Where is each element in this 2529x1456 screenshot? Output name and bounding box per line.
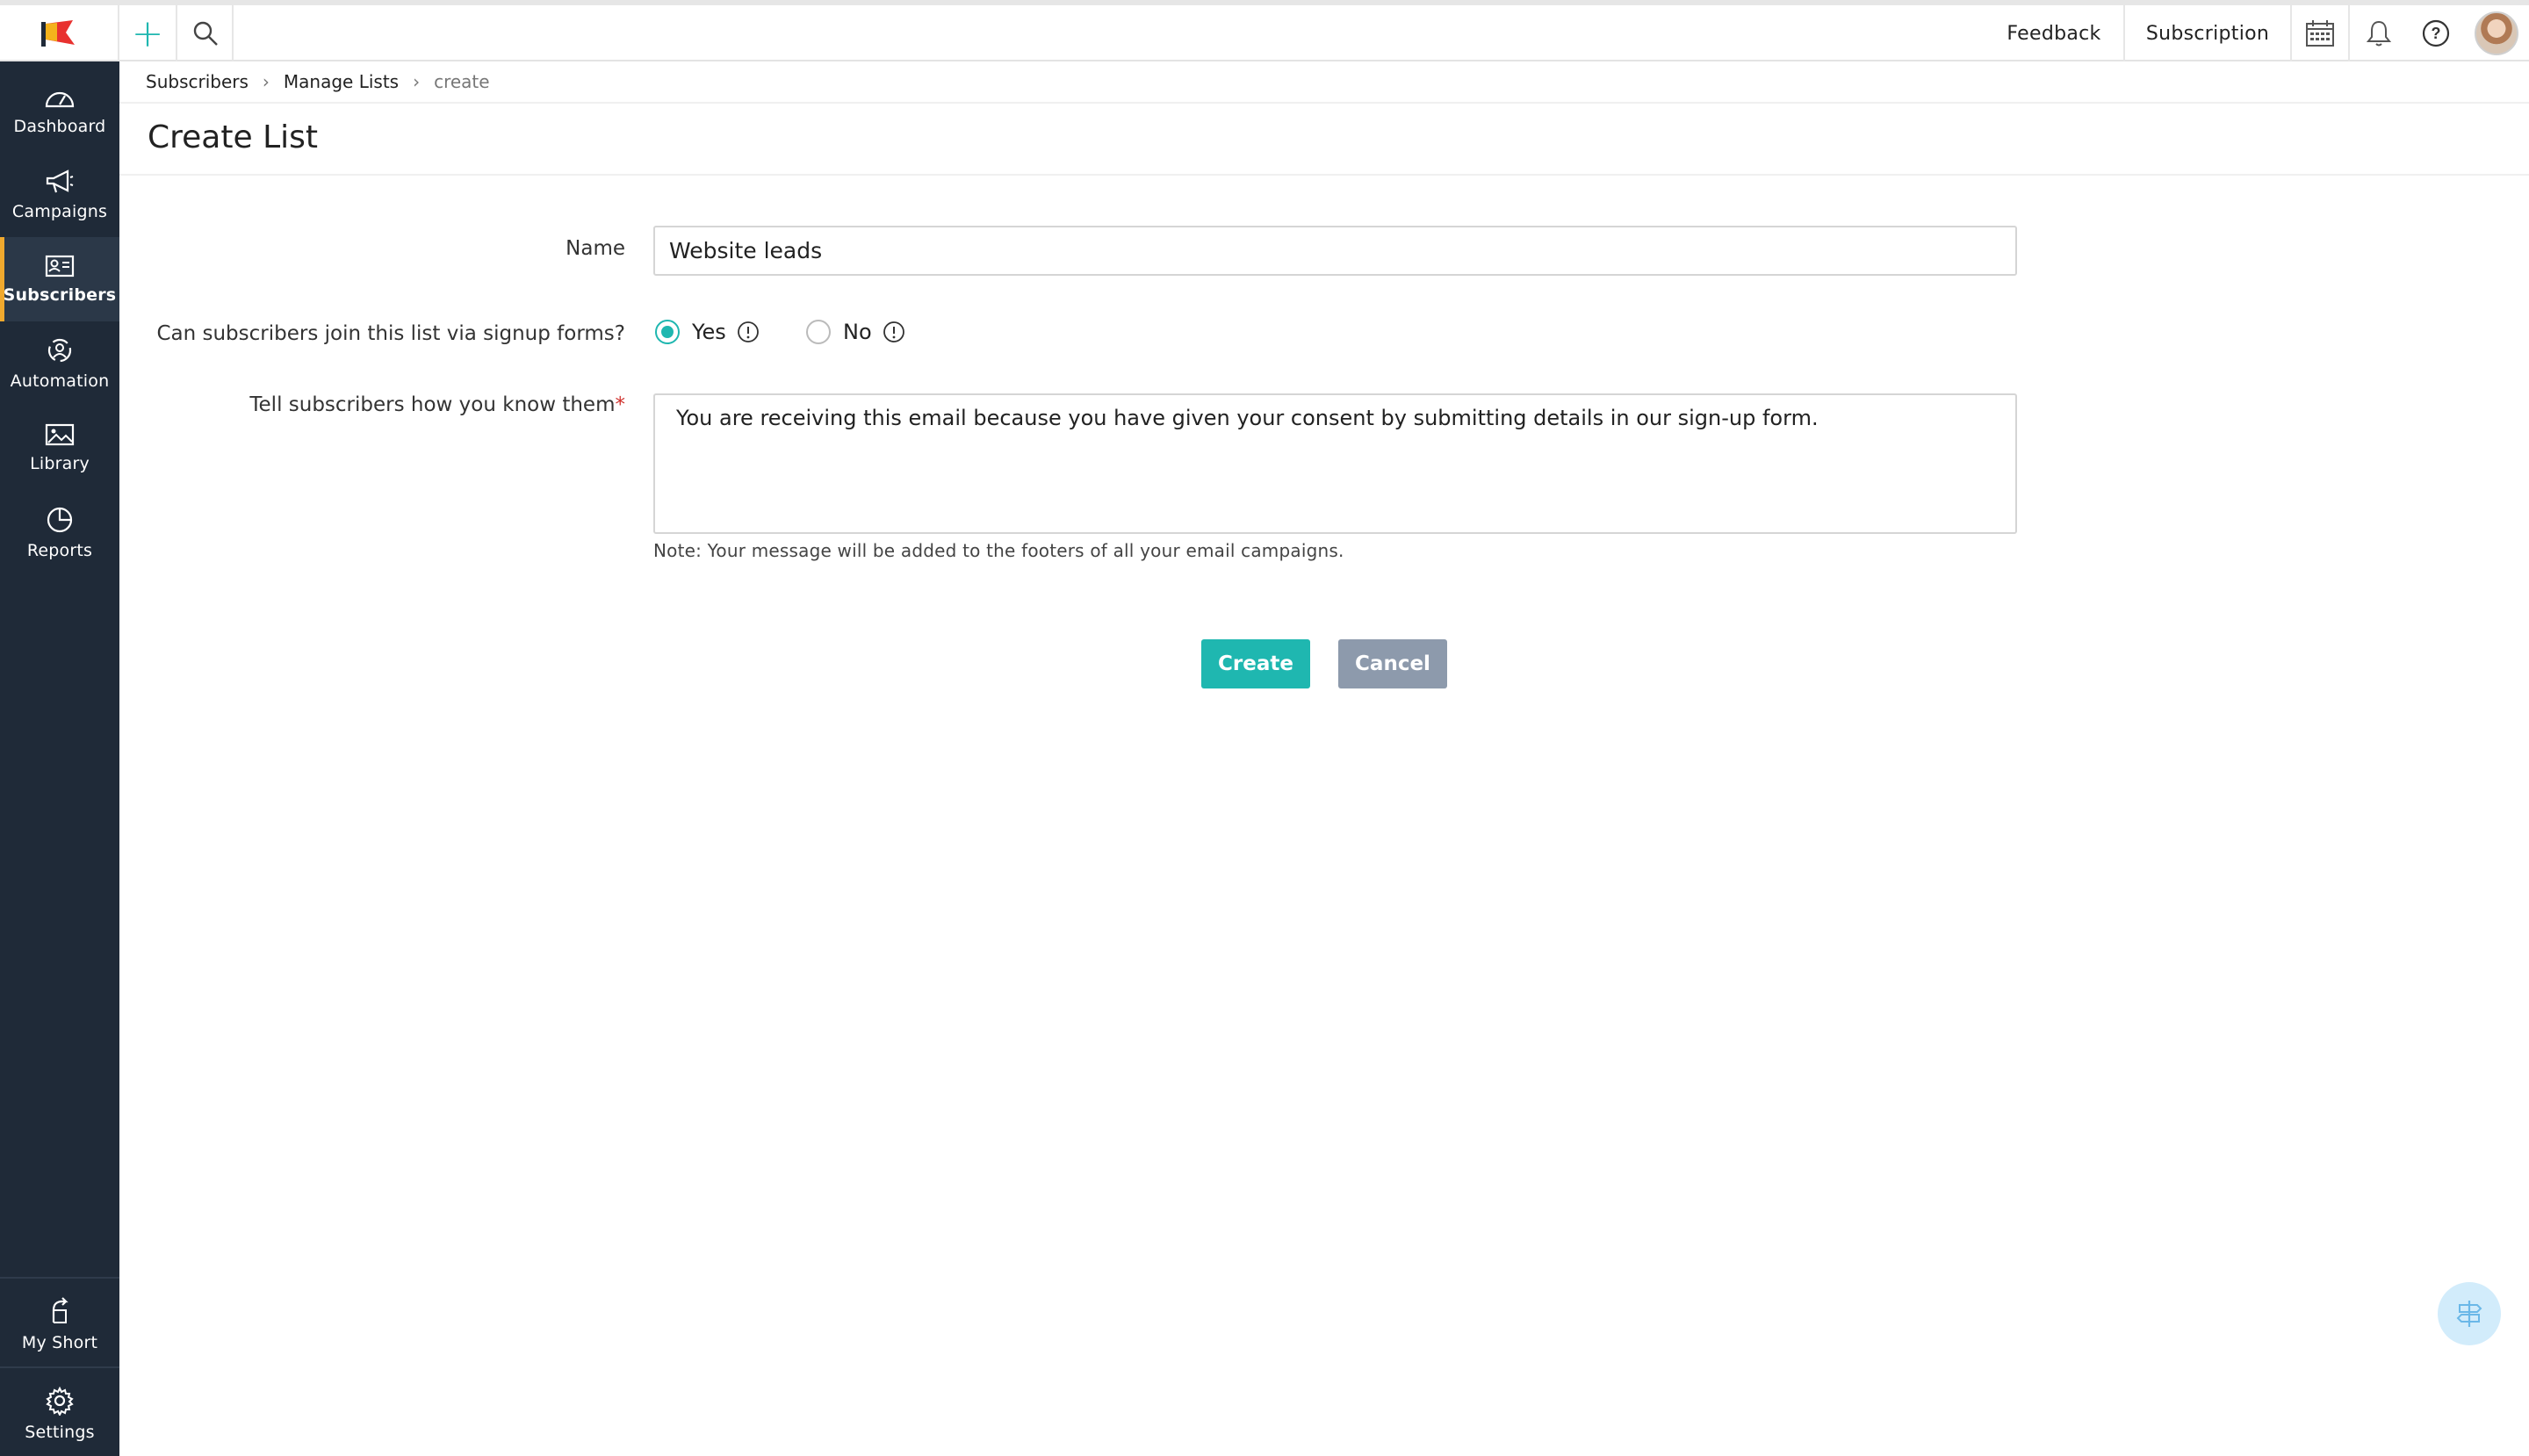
consent-message-textarea[interactable]: You are receiving this email because you… — [653, 393, 2017, 534]
calendar-icon[interactable] — [2292, 5, 2350, 61]
sidebar-item-my-short[interactable]: My Short — [0, 1282, 119, 1366]
gear-icon — [46, 1386, 74, 1416]
sidebar-item-dashboard[interactable]: Dashboard — [0, 68, 119, 153]
name-label: Name — [566, 237, 625, 260]
sidebar-item-automation[interactable]: Automation — [0, 321, 119, 406]
image-icon — [45, 423, 75, 446]
info-icon[interactable] — [883, 321, 905, 343]
sidebar-item-label: My Short — [21, 1333, 98, 1352]
feedback-link[interactable]: Feedback — [1985, 5, 2125, 61]
automation-icon — [47, 338, 72, 363]
megaphone-icon — [46, 169, 74, 193]
consent-message-label: Tell subscribers how you know them* — [249, 393, 625, 416]
sidebar-item-reports[interactable]: Reports — [0, 490, 119, 574]
logo-flag-icon[interactable] — [0, 5, 119, 61]
avatar[interactable] — [2464, 5, 2529, 61]
name-input[interactable] — [653, 226, 2017, 276]
sidebar-item-library[interactable]: Library — [0, 406, 119, 490]
sidebar-item-settings[interactable]: Settings — [0, 1372, 119, 1456]
divider — [119, 102, 2529, 104]
sidebar-divider — [0, 1277, 119, 1279]
avatar-image — [2475, 11, 2518, 55]
info-icon[interactable] — [737, 321, 760, 343]
search-icon[interactable] — [179, 5, 234, 61]
sidebar-item-label: Subscribers — [3, 285, 117, 305]
signpost-icon — [2456, 1301, 2482, 1327]
help-icon[interactable]: ? — [2408, 5, 2464, 61]
radio-no[interactable] — [806, 320, 831, 344]
sidebar-item-subscribers[interactable]: Subscribers — [0, 237, 119, 321]
sidebar-divider — [0, 1366, 119, 1368]
sidebar: Dashboard Campaigns Subscribers Automati… — [0, 61, 119, 1456]
page-title: Create List — [148, 119, 318, 155]
pie-chart-icon — [47, 507, 73, 533]
signup-join-label: Can subscribers join this list via signu… — [156, 322, 625, 345]
radio-yes-option[interactable]: Yes — [655, 320, 760, 344]
radio-yes[interactable] — [655, 320, 680, 344]
subscription-link[interactable]: Subscription — [2125, 5, 2292, 61]
required-marker: * — [615, 393, 626, 416]
radio-yes-label: Yes — [692, 320, 726, 344]
breadcrumb-separator: › — [262, 71, 270, 92]
breadcrumb-item-manage-lists[interactable]: Manage Lists — [284, 71, 399, 92]
divider — [119, 174, 2529, 176]
consent-message-label-text: Tell subscribers how you know them — [249, 393, 616, 416]
sidebar-item-label: Settings — [25, 1423, 95, 1442]
radio-no-option[interactable]: No — [806, 320, 905, 344]
shortcut-icon — [52, 1297, 68, 1323]
radio-no-label: No — [843, 320, 872, 344]
bell-icon[interactable] — [2350, 5, 2408, 61]
dashboard-icon — [45, 91, 75, 108]
breadcrumb-separator: › — [413, 71, 421, 92]
sidebar-item-label: Reports — [26, 541, 93, 560]
sidebar-item-label: Library — [30, 454, 90, 473]
svg-text:?: ? — [2432, 25, 2441, 42]
footer-note: Note: Your message will be added to the … — [653, 540, 1344, 561]
sidebar-item-label: Automation — [10, 371, 110, 391]
breadcrumb-current: create — [434, 71, 490, 92]
contact-card-icon — [45, 255, 75, 278]
breadcrumb: Subscribers › Manage Lists › create — [146, 61, 490, 102]
top-bar: + Feedback Subscription ? — [0, 0, 2529, 61]
plus-icon[interactable]: + — [119, 5, 177, 61]
floating-help-button[interactable] — [2438, 1282, 2501, 1345]
breadcrumb-item-subscribers[interactable]: Subscribers — [146, 71, 249, 92]
sidebar-item-campaigns[interactable]: Campaigns — [0, 153, 119, 237]
sidebar-item-label: Dashboard — [13, 117, 106, 136]
sidebar-item-label: Campaigns — [11, 202, 108, 221]
create-button[interactable]: Create — [1201, 639, 1310, 688]
cancel-button[interactable]: Cancel — [1338, 639, 1447, 688]
